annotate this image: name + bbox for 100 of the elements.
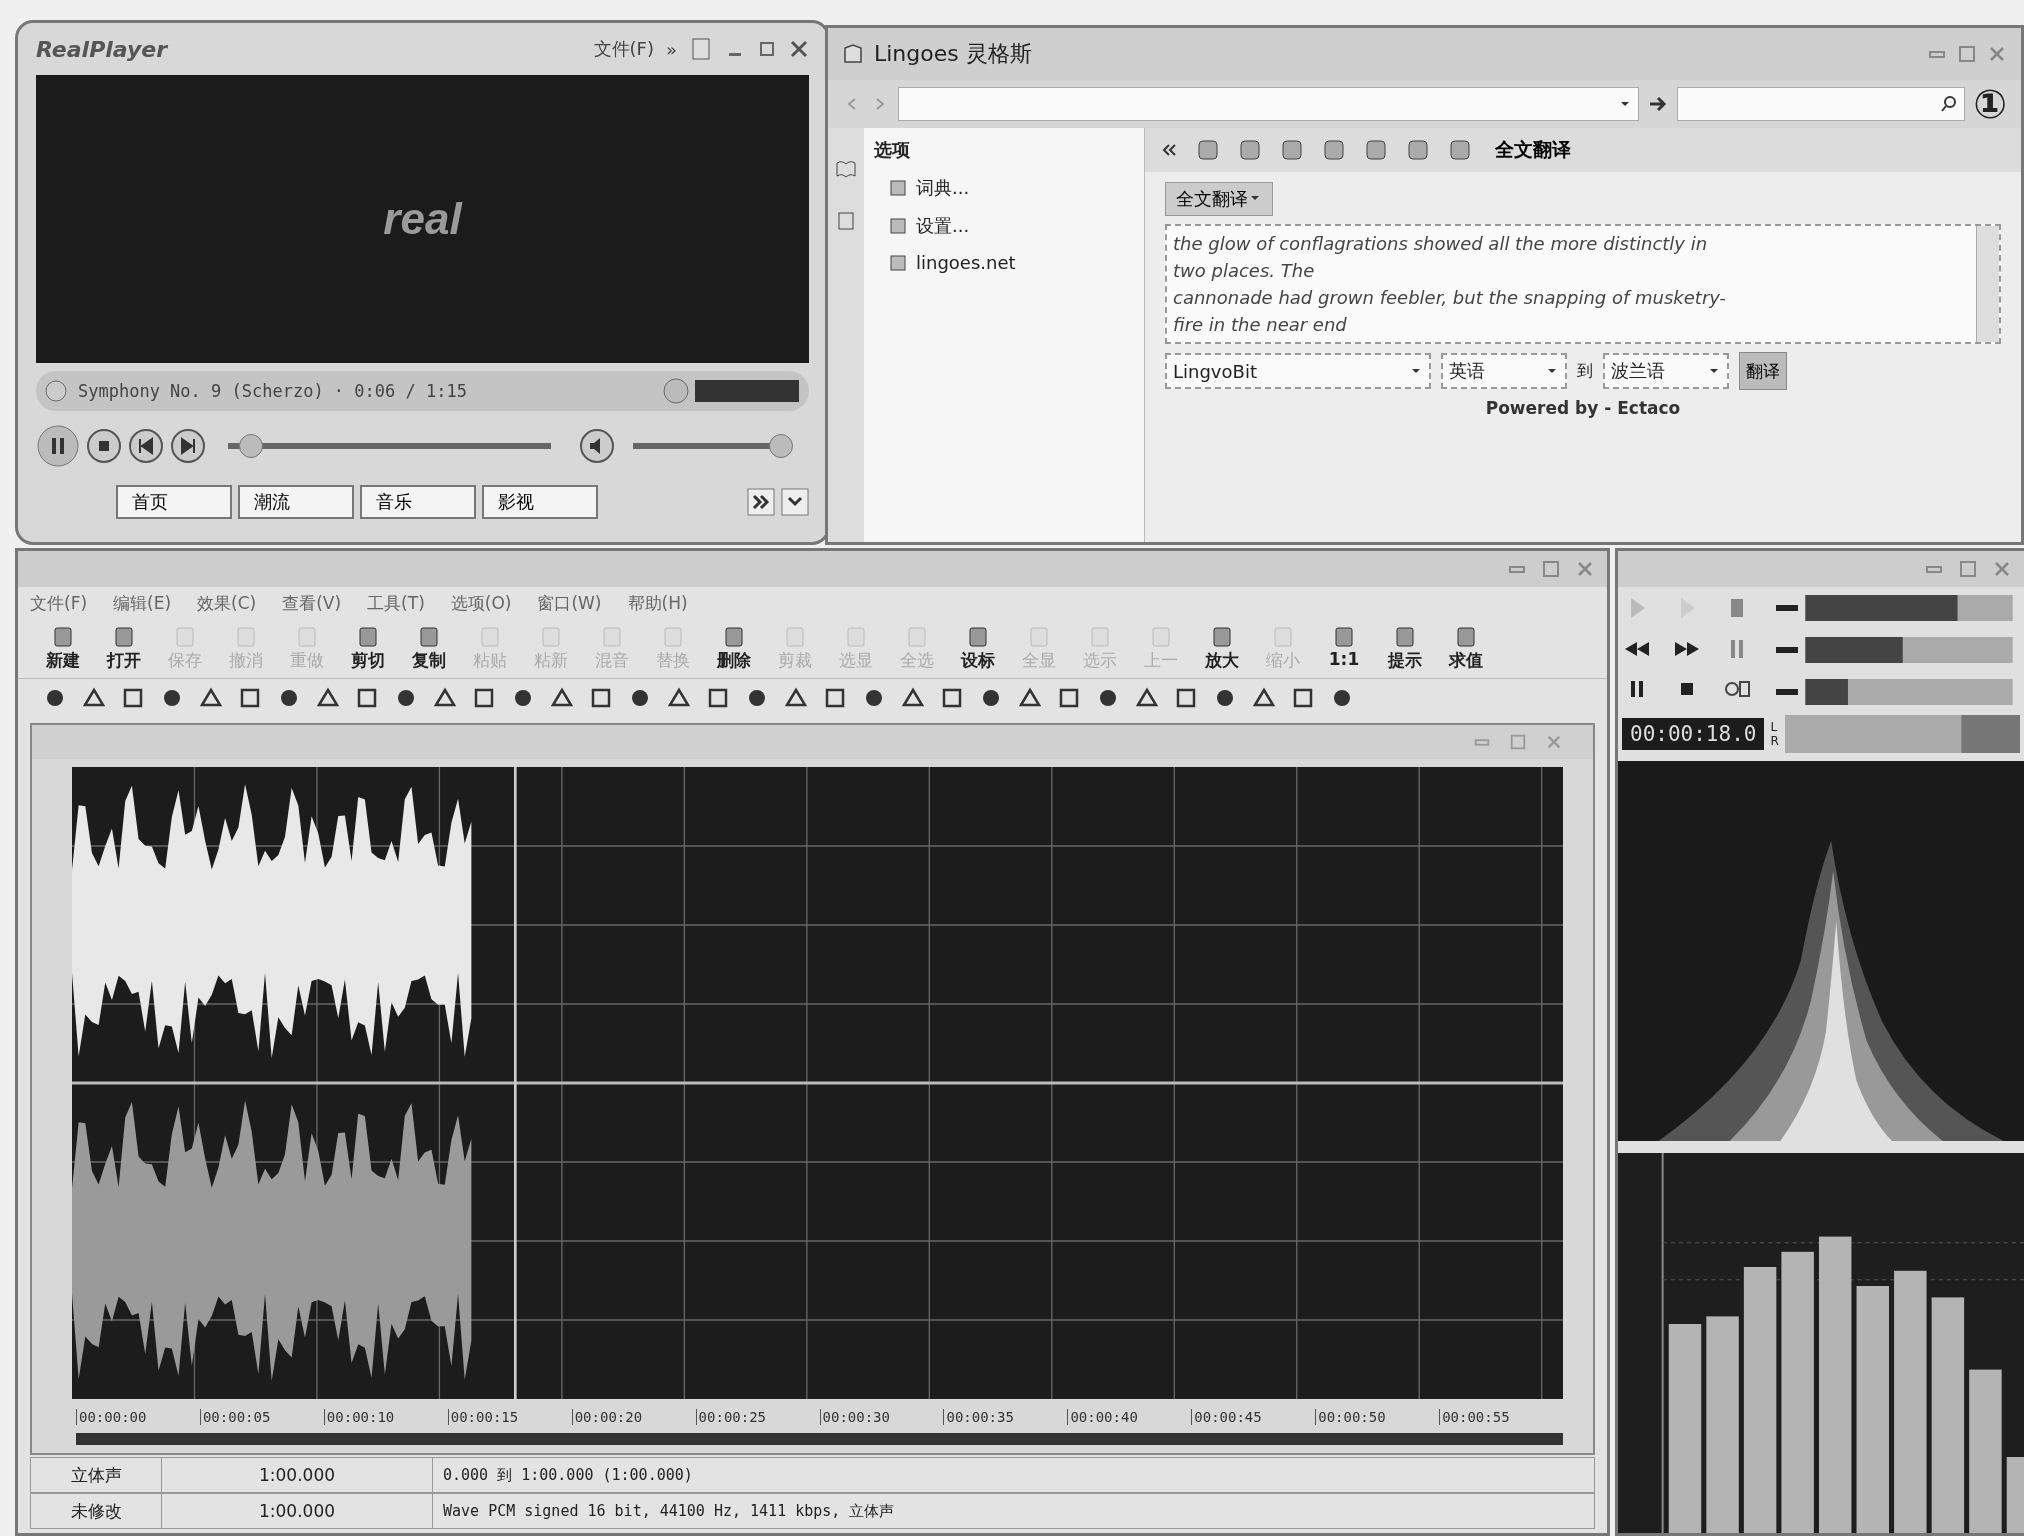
status-cell-text: Wave PCM signed 16 bit, 44100 Hz, 1411 kbps, 立体声 xyxy=(442,1500,896,1522)
timeline-scrollbar[interactable] xyxy=(76,1433,1563,1445)
search-icon[interactable] xyxy=(1940,95,1959,113)
document-icon xyxy=(844,625,868,649)
document-icon xyxy=(661,625,685,649)
time-tick: 00:00:10 xyxy=(323,1409,448,1425)
document-icon xyxy=(1454,625,1478,649)
close-icon[interactable] xyxy=(789,39,809,59)
nav-tab[interactable]: 首页 xyxy=(116,485,232,519)
item-icon xyxy=(888,178,908,198)
word-input[interactable] xyxy=(898,87,1640,121)
status-cell: 1:00.000 xyxy=(162,1458,433,1492)
menu-item[interactable]: 编辑(E) xyxy=(113,591,172,615)
menu-item[interactable]: 效果(C) xyxy=(197,591,257,615)
item-icon xyxy=(888,252,908,273)
menu-item[interactable]: 文件(F) xyxy=(30,591,88,615)
powered-by-text: Powered by - Ectaco xyxy=(1484,398,1682,418)
menu-item[interactable]: 查看(V) xyxy=(282,591,342,615)
document-icon xyxy=(356,625,380,649)
volume-thumb[interactable] xyxy=(769,434,794,458)
text-line: fire in the near end xyxy=(1173,313,1348,337)
time-tick: 00:00:40 xyxy=(1067,1409,1192,1425)
previous-icon[interactable] xyxy=(128,428,164,464)
section-title: 选项 xyxy=(874,138,911,162)
restore-icon[interactable] xyxy=(757,39,777,59)
chevron-down-icon[interactable] xyxy=(781,488,809,516)
text-line: two places. The xyxy=(1173,259,1316,283)
document-icon xyxy=(478,625,502,649)
track-info: Symphony No. 9 (Scherzo) · 0:06 / 1:15 xyxy=(78,381,468,401)
menu-item[interactable]: 窗口(W) xyxy=(537,591,602,615)
time-tick: 00:00:20 xyxy=(571,1409,696,1425)
display-badge-icon xyxy=(661,376,801,406)
nav-tab[interactable]: 影视 xyxy=(482,485,598,519)
time-tick: 00:00:25 xyxy=(695,1409,820,1425)
engine-dropdown[interactable]: LingvoBit xyxy=(1165,353,1431,389)
document-icon xyxy=(600,625,624,649)
double-chevron-icon[interactable] xyxy=(747,488,775,516)
document-icon xyxy=(1149,625,1173,649)
status-cell: 未修改 xyxy=(31,1494,162,1528)
document-icon xyxy=(51,625,75,649)
status-cell: 1:00.000 xyxy=(162,1494,433,1528)
status-cell-text: 0.000 到 1:00.000 (1:00.000) xyxy=(442,1464,694,1486)
video-logo: real xyxy=(383,194,462,244)
document-icon xyxy=(1027,625,1051,649)
source-text-area[interactable]: the glow of conflagrations showed all the more distinctly in two places. The cannonade had grown feebler, but the snapping of musketry- fire in the near end xyxy=(1165,224,2001,344)
document-icon xyxy=(539,625,563,649)
menu-item[interactable]: 文件(F) xyxy=(593,37,654,61)
document-icon xyxy=(1271,625,1295,649)
stereo-meter-icon xyxy=(1784,715,2020,753)
window-title: Lingoes 灵格斯 xyxy=(874,40,1032,68)
app-logo: RealPlayer xyxy=(36,36,168,62)
next-icon[interactable] xyxy=(170,428,206,464)
translate-menu-button[interactable]: 全文翻译 xyxy=(1165,182,1273,216)
document-icon xyxy=(295,625,319,649)
time-display: 00:00:18.0 xyxy=(1622,718,1765,750)
time-tick: 00:00:50 xyxy=(1315,1409,1440,1425)
channel-label: R xyxy=(1770,734,1779,748)
document-icon xyxy=(1332,625,1356,649)
more-button[interactable]: » xyxy=(666,38,677,60)
document-icon xyxy=(722,625,746,649)
to-label: 到 xyxy=(1577,360,1593,382)
document-icon xyxy=(1210,625,1234,649)
menu-item[interactable]: 帮助(H) xyxy=(627,591,688,615)
app-icon xyxy=(842,43,864,65)
document-icon xyxy=(112,625,136,649)
time-tick: 00:00:00 xyxy=(76,1409,200,1425)
speaker-icon[interactable] xyxy=(579,428,615,464)
book-icon[interactable] xyxy=(835,158,857,180)
nav-tab[interactable]: 潮流 xyxy=(238,485,354,519)
document-icon xyxy=(173,625,197,649)
document-icon xyxy=(1088,625,1112,649)
document-icon xyxy=(783,625,807,649)
sidebar-item[interactable]: lingoes.net xyxy=(874,252,1134,273)
text-line: the glow of conflagrations showed all the more distinctly in xyxy=(1173,232,1709,256)
sidebar-item[interactable]: 词典... xyxy=(874,176,1134,200)
menu-item[interactable]: 工具(T) xyxy=(367,591,425,615)
time-tick: 00:00:35 xyxy=(943,1409,1068,1425)
menu-item[interactable]: 选项(O) xyxy=(450,591,512,615)
time-tick: 00:00:15 xyxy=(447,1409,572,1425)
time-tick: 00:00:05 xyxy=(199,1409,324,1425)
nav-tab[interactable]: 音乐 xyxy=(360,485,476,519)
document-icon xyxy=(417,625,441,649)
source-language-dropdown[interactable]: 英语 xyxy=(1441,353,1567,389)
search-field[interactable] xyxy=(1677,87,1966,121)
status-cell: 立体声 xyxy=(31,1458,162,1492)
translate-tab[interactable]: 全文翻译 xyxy=(1489,136,1577,164)
sidebar-item[interactable]: 设置... xyxy=(874,214,1134,238)
seek-thumb[interactable] xyxy=(238,434,263,458)
text-line: cannonade had grown feebler, but the snapping of musketry- xyxy=(1173,286,1727,310)
target-language-dropdown[interactable]: 波兰语 xyxy=(1603,353,1729,389)
document-icon xyxy=(905,625,929,649)
time-tick: 00:00:30 xyxy=(819,1409,944,1425)
translate-button[interactable]: 翻译 xyxy=(1739,352,1787,390)
pause-icon[interactable] xyxy=(36,424,80,468)
document-icon xyxy=(234,625,258,649)
scrollbar[interactable] xyxy=(1976,226,1999,342)
time-tick: 00:00:55 xyxy=(1439,1409,1564,1425)
stop-icon[interactable] xyxy=(86,428,122,464)
item-icon xyxy=(888,216,908,236)
document-icon xyxy=(1393,625,1417,649)
